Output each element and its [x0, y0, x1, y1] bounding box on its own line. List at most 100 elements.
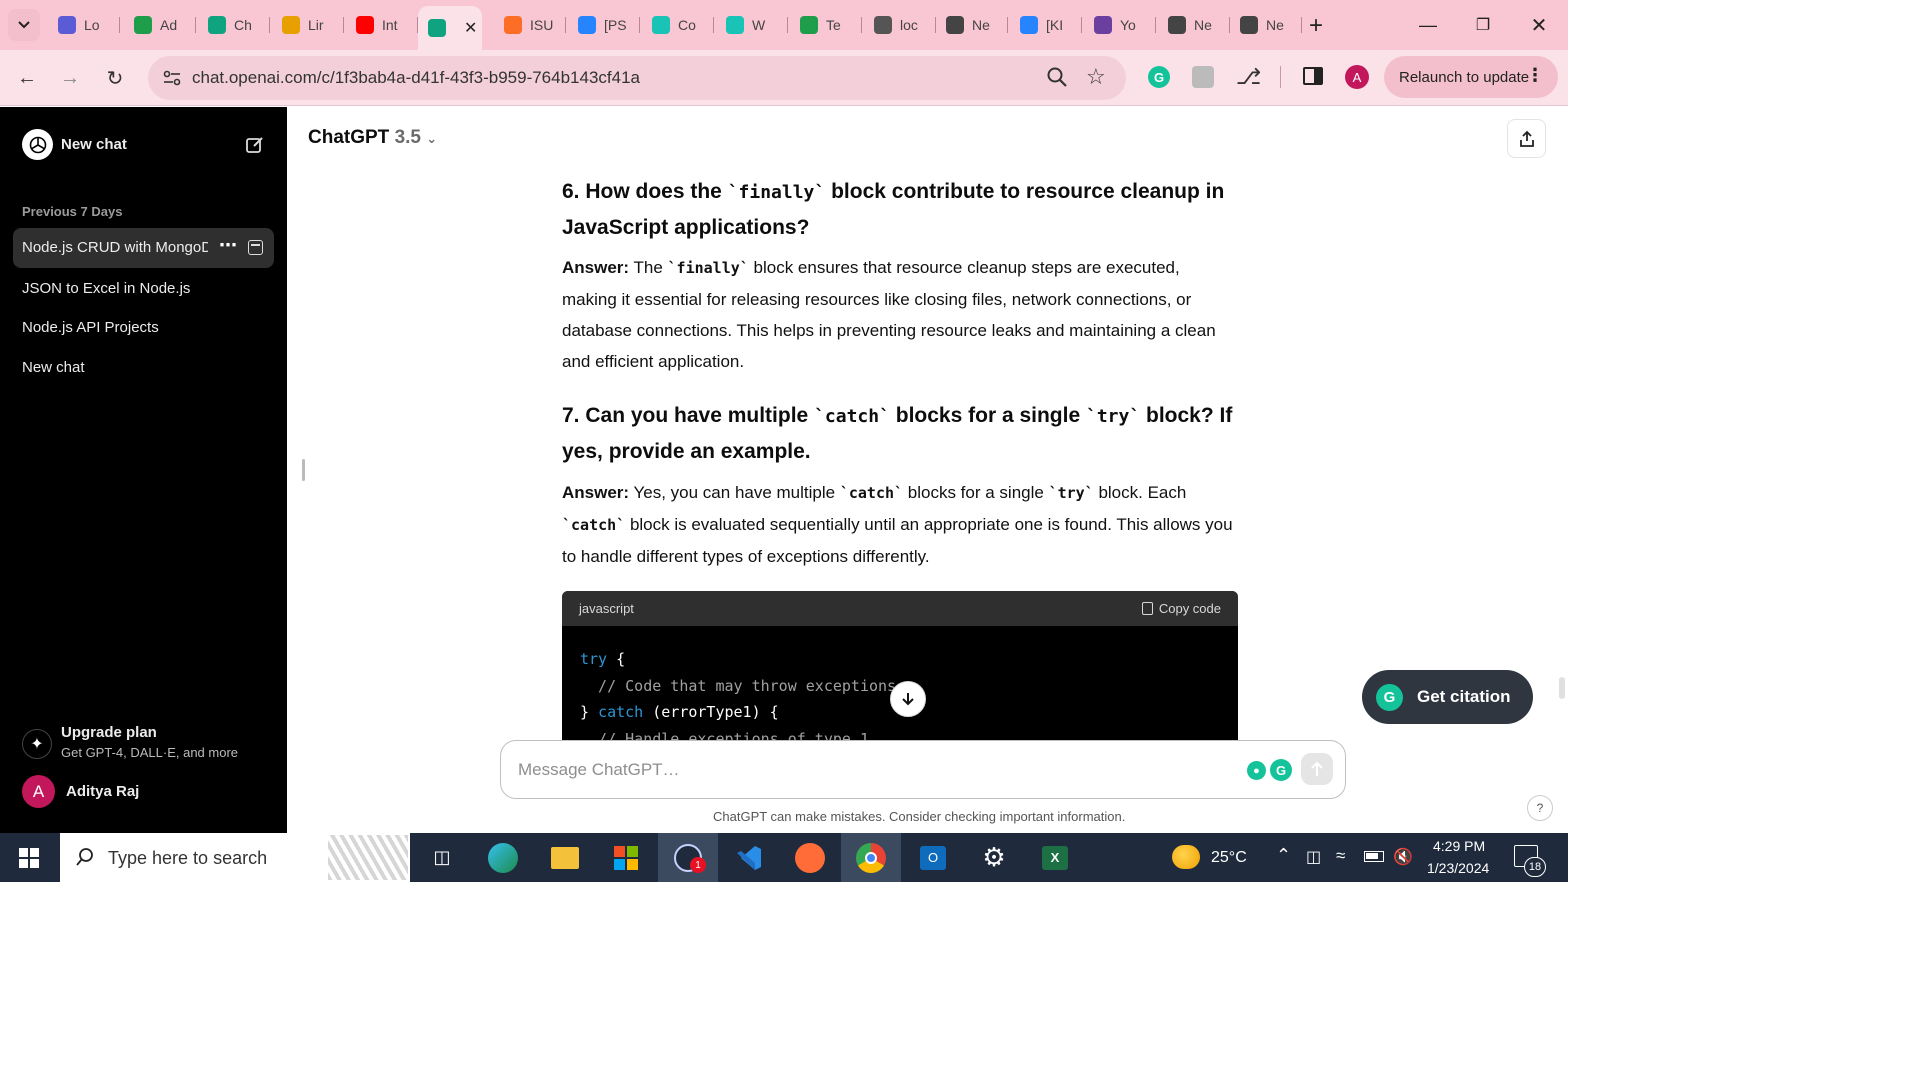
postman-taskbar-icon[interactable]: 1 — [658, 833, 718, 882]
windows-taskbar: Type here to search ◫ 1 O ⚙ X 25°C ⌃ ◫ ≈… — [0, 833, 1568, 882]
browser-tab[interactable]: Int — [346, 8, 418, 42]
settings-taskbar-icon[interactable]: ⚙ — [964, 833, 1024, 882]
arrow-down-icon — [902, 693, 914, 706]
close-window-button[interactable]: ✕ — [1516, 8, 1562, 42]
model-selector[interactable]: ChatGPT 3.5 ⌄ — [308, 127, 437, 149]
ms-store-taskbar-icon[interactable] — [596, 833, 656, 882]
sidebar-item-json-to-excel[interactable]: JSON to Excel in Node.js — [22, 280, 190, 297]
browser-tab[interactable]: loc — [864, 8, 936, 42]
restore-button[interactable]: ❐ — [1460, 8, 1506, 42]
sidebar-item-new-chat[interactable]: New chat — [22, 359, 85, 376]
browser-tab[interactable]: Te — [790, 8, 862, 42]
browser-tab[interactable]: Ne — [1230, 8, 1302, 42]
message-input[interactable]: Message ChatGPT… — [518, 760, 680, 780]
close-icon: ✕ — [1530, 14, 1548, 37]
browser-tab[interactable]: ✕ — [418, 6, 482, 50]
copy-code-button[interactable]: Copy code — [1141, 601, 1221, 616]
browser-tab[interactable]: [KI — [1010, 8, 1082, 42]
new-chat-button[interactable]: New chat — [61, 136, 127, 153]
youtube-icon — [356, 16, 374, 34]
task-view-button[interactable]: ◫ — [412, 833, 472, 882]
upgrade-plan-title[interactable]: Upgrade plan — [61, 724, 157, 741]
new-tab-button[interactable]: + — [1302, 12, 1330, 40]
notification-count-badge: 18 — [1524, 857, 1546, 877]
taskbar-search-box[interactable]: Type here to search — [60, 833, 410, 882]
reload-button[interactable]: ↻ — [99, 62, 131, 94]
tab-search-button[interactable] — [8, 9, 40, 41]
code-comment: // Code that may throw exceptions — [580, 676, 897, 695]
outlook-taskbar-icon[interactable]: O — [903, 833, 963, 882]
archive-icon[interactable] — [248, 240, 263, 255]
browser-tab[interactable]: ISU — [494, 8, 566, 42]
a7-inline-code-catch-2: `catch` — [562, 516, 626, 534]
temperature[interactable]: 25°C — [1211, 849, 1247, 867]
extensions-puzzle-icon[interactable]: ⎇ — [1236, 64, 1261, 90]
taskbar-search-placeholder: Type here to search — [108, 848, 268, 868]
browser-tab[interactable]: Yo — [1084, 8, 1156, 42]
vscode-taskbar-icon[interactable] — [719, 833, 779, 882]
browser-tab[interactable]: [PS — [568, 8, 640, 42]
browser-tab[interactable]: Ne — [936, 8, 1008, 42]
browser-tab[interactable]: Ad — [124, 8, 196, 42]
globe-icon — [874, 16, 892, 34]
relaunch-button[interactable]: Relaunch to update ⋮ — [1384, 56, 1558, 98]
browser-tab[interactable]: Lir — [272, 8, 344, 42]
site-info-icon[interactable] — [162, 68, 182, 93]
back-button[interactable]: ← — [11, 62, 43, 94]
clock-date[interactable]: 1/23/2024 — [1427, 860, 1489, 876]
more-horizontal-icon[interactable]: ⋯ — [219, 235, 237, 256]
minimize-icon: — — [1419, 14, 1437, 35]
green-plus-icon — [134, 16, 152, 34]
volume-muted-icon[interactable]: 🔇 — [1393, 847, 1413, 867]
scroll-to-bottom-button[interactable] — [890, 681, 926, 717]
wifi-icon[interactable]: ≈ — [1336, 846, 1345, 866]
user-avatar[interactable]: A — [22, 775, 55, 808]
chevron-up-icon[interactable]: ⌃ — [1276, 845, 1291, 866]
postman-orange-taskbar-icon[interactable] — [780, 833, 840, 882]
bookmark-star-icon[interactable]: ☆ — [1086, 64, 1106, 90]
battery-icon[interactable] — [1364, 851, 1384, 862]
sidebar-item-api-projects[interactable]: Node.js API Projects — [22, 319, 159, 336]
edge-taskbar-icon[interactable] — [473, 833, 533, 882]
browser-tab[interactable]: Ne — [1158, 8, 1230, 42]
grammarly-icon[interactable]: G — [1270, 759, 1292, 781]
grammarly-extension-icon[interactable]: G — [1148, 66, 1170, 88]
file-explorer-taskbar-icon[interactable] — [535, 833, 595, 882]
address-bar[interactable]: chat.openai.com/c/1f3bab4a-d41f-43f3-b95… — [148, 56, 1126, 100]
chrome-taskbar-icon[interactable] — [841, 833, 901, 882]
openai-logo-icon[interactable] — [22, 129, 53, 160]
grammarly-lightbulb-icon[interactable]: ● — [1247, 761, 1266, 780]
weather-icon[interactable] — [1172, 845, 1200, 869]
start-button[interactable] — [0, 833, 58, 882]
send-button[interactable] — [1301, 753, 1333, 785]
clock-time[interactable]: 4:29 PM — [1433, 838, 1485, 854]
browser-tab-label: Yo — [1120, 17, 1136, 33]
extension-icon[interactable] — [1192, 66, 1214, 88]
meet-now-icon[interactable]: ◫ — [1306, 847, 1321, 867]
compose-icon[interactable] — [245, 135, 265, 160]
sidebar-item-active[interactable]: Node.js CRUD with MongoD ⋯ — [13, 228, 274, 268]
code-text: (errorType1) { — [643, 703, 779, 721]
code-text: } — [580, 703, 599, 721]
browser-tab-strip: Lo Ad Ch Lir Int ✕ ISU [PS Co W Te loc Ne [KI Yo Ne Ne +… — [0, 0, 1568, 50]
get-citation-button[interactable]: G Get citation — [1362, 670, 1533, 724]
forward-button[interactable]: → — [54, 62, 86, 94]
message-composer[interactable]: Message ChatGPT… ● G — [500, 740, 1346, 799]
browser-tab[interactable]: Lo — [48, 8, 120, 42]
browser-tab[interactable]: Co — [642, 8, 714, 42]
excel-taskbar-icon[interactable]: X — [1025, 833, 1085, 882]
profile-avatar[interactable]: A — [1345, 65, 1369, 89]
sidebar-resize-handle[interactable] — [302, 459, 305, 481]
user-name[interactable]: Aditya Raj — [66, 783, 139, 800]
browser-tab[interactable]: W — [716, 8, 788, 42]
close-tab-icon[interactable]: ✕ — [464, 18, 477, 38]
share-button[interactable] — [1507, 119, 1546, 158]
side-panel-icon[interactable] — [1303, 67, 1323, 85]
zoom-search-icon[interactable] — [1046, 66, 1068, 94]
q6-inline-code: `finally` — [727, 182, 826, 203]
help-button[interactable]: ? — [1527, 795, 1553, 821]
minimize-button[interactable]: — — [1405, 8, 1451, 42]
answer-7: Answer: Yes, you can have multiple `catc… — [562, 477, 1238, 572]
scrollbar-thumb[interactable] — [1559, 677, 1565, 699]
browser-tab[interactable]: Ch — [198, 8, 270, 42]
